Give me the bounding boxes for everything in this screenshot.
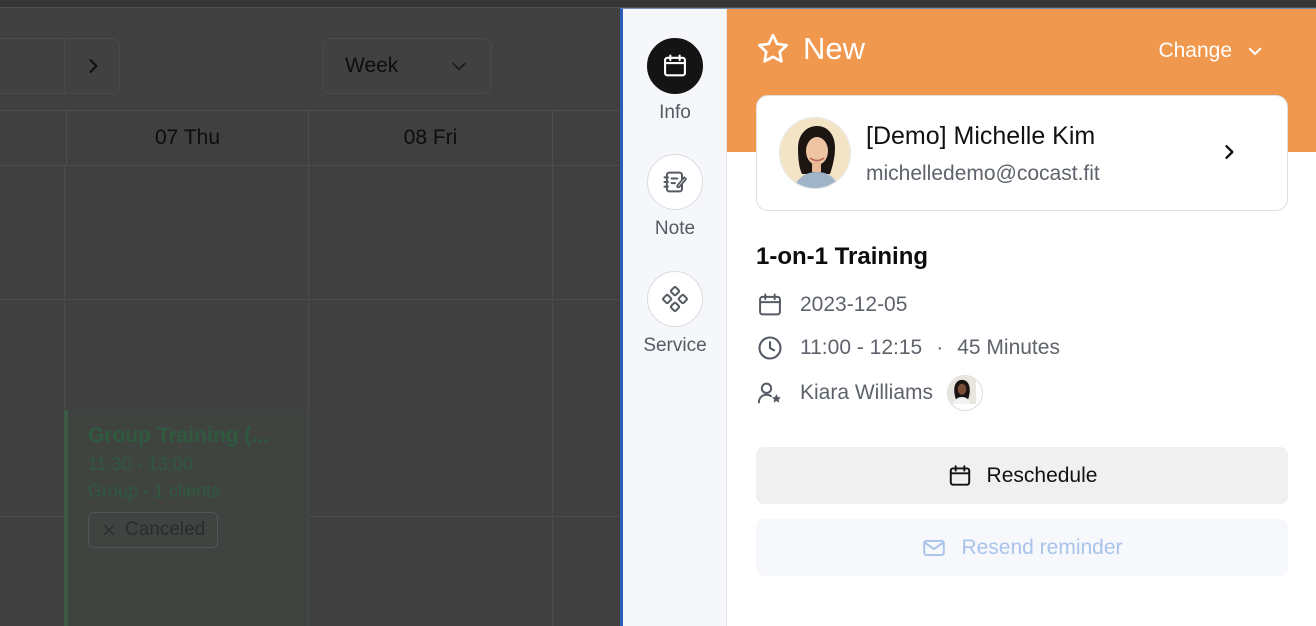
- day-header-next: [552, 110, 622, 166]
- appointment-drawer: Info Note Service New Change [Demo] Mich…: [620, 8, 1316, 626]
- client-card[interactable]: [Demo] Michelle Kim michelledemo@cocast.…: [756, 95, 1288, 211]
- reschedule-label: Reschedule: [986, 463, 1098, 487]
- chevron-down-icon: [1248, 47, 1262, 55]
- rail-item-label: Service: [643, 335, 707, 356]
- appointment-duration: 45 Minutes: [957, 336, 1060, 359]
- status-text: New: [803, 31, 866, 66]
- calendar-background: Week 07 Thu 08 Fri Group Training (... 1…: [0, 0, 622, 626]
- next-week-button[interactable]: [64, 38, 120, 94]
- day-header-fri: 08 Fri: [308, 110, 552, 166]
- service-title: 1-on-1 Training: [756, 243, 929, 270]
- event-time: 11:30 - 13:00: [88, 454, 193, 474]
- clock-icon: [758, 336, 782, 360]
- x-icon: [103, 524, 115, 536]
- rail-item-info[interactable]: Info: [623, 38, 727, 124]
- resend-reminder-label: Resend reminder: [961, 535, 1123, 559]
- staff-name: Kiara Williams: [800, 381, 934, 404]
- status-label: New: [755, 31, 865, 67]
- canceled-badge-label: Canceled: [125, 519, 206, 540]
- client-name: [Demo] Michelle Kim: [866, 122, 1096, 150]
- calendar-icon: [949, 464, 970, 486]
- chevron-right-icon: [88, 59, 97, 73]
- rail-item-label: Note: [654, 218, 696, 239]
- resend-reminder-button[interactable]: Resend reminder: [756, 519, 1288, 576]
- note-icon: [647, 154, 703, 210]
- chevron-right-icon: [1225, 145, 1234, 159]
- event-title: Group Training (...: [88, 424, 269, 447]
- appointment-time: 11:00 - 12:15: [800, 336, 923, 359]
- separator-dot: ·: [936, 336, 944, 359]
- staff-avatar: [947, 375, 984, 411]
- change-status-button[interactable]: Change: [1158, 39, 1264, 63]
- user-star-icon: [757, 382, 781, 404]
- calendar-icon: [759, 293, 781, 316]
- date-row: 2023-12-05: [756, 291, 907, 319]
- time-row: 11:00 - 12:15 · 45 Minutes: [756, 334, 1060, 362]
- grid-line: [552, 166, 553, 626]
- view-select-value: Week: [345, 54, 399, 77]
- view-select[interactable]: Week: [322, 38, 492, 94]
- rail-item-note[interactable]: Note: [623, 154, 727, 240]
- calendar-icon: [647, 38, 703, 94]
- change-label: Change: [1158, 39, 1232, 62]
- top-bar: [0, 0, 1316, 8]
- grid-line: [0, 299, 622, 300]
- mail-icon: [923, 539, 946, 556]
- appointment-date: 2023-12-05: [800, 293, 908, 316]
- day-header-blank: [0, 110, 66, 166]
- rail-item-label: Info: [659, 102, 691, 123]
- rail-item-service[interactable]: Service: [623, 271, 727, 357]
- staff-row: Kiara Williams: [756, 375, 984, 411]
- chevron-down-icon: [452, 62, 466, 71]
- star-icon: [758, 33, 788, 63]
- grid-line: [308, 166, 309, 626]
- service-icon: [647, 271, 703, 327]
- canceled-badge: Canceled: [88, 512, 219, 548]
- day-header-thu: 07 Thu: [66, 110, 308, 166]
- calendar-event[interactable]: Group Training (... 11:30 - 13:00 Group …: [64, 410, 308, 626]
- avatar: [779, 117, 851, 189]
- event-group: Group - 1 clients: [88, 481, 221, 501]
- client-email: michelledemo@cocast.fit: [866, 162, 1100, 185]
- drawer-rail: Info Note Service: [623, 9, 727, 626]
- reschedule-button[interactable]: Reschedule: [756, 447, 1288, 504]
